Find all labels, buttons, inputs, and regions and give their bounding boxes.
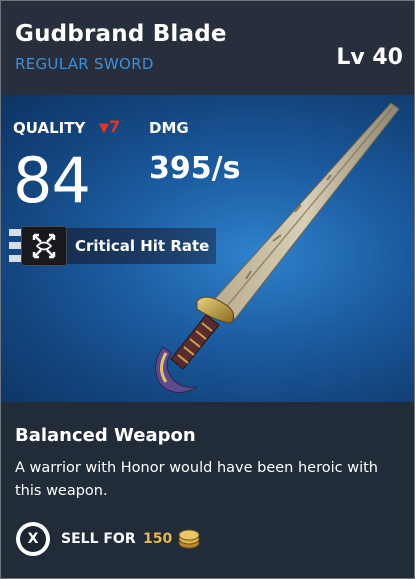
perk-label-band: Critical Hit Rate xyxy=(67,228,216,264)
perk-row[interactable]: Critical Hit Rate xyxy=(7,226,216,266)
description-text: A warrior with Honor would have been her… xyxy=(15,460,378,499)
item-header: Gudbrand Blade REGULAR SWORD Lv 40 xyxy=(1,1,414,95)
perk-pip xyxy=(9,229,21,236)
sell-label: SELL FOR xyxy=(61,531,136,547)
item-name: Gudbrand Blade xyxy=(15,21,227,47)
coin-icon xyxy=(178,529,200,549)
perk-pip xyxy=(9,255,21,262)
quality-label: QUALITY xyxy=(13,119,86,137)
down-arrow-icon: ▼ xyxy=(99,121,109,136)
item-hero: QUALITY ▼7 84 DMG 395/s Critical Hit Rat… xyxy=(1,95,414,402)
x-button-glyph: X xyxy=(20,526,46,552)
quality-delta: ▼7 xyxy=(99,117,120,136)
quality-delta-value: 7 xyxy=(109,117,121,136)
x-button-icon[interactable]: X xyxy=(16,522,50,556)
item-card: Gudbrand Blade REGULAR SWORD Lv 40 QUALI… xyxy=(0,0,415,579)
dmg-label: DMG xyxy=(149,119,189,137)
sell-price: 150 xyxy=(143,531,173,547)
perk-pip xyxy=(9,242,21,249)
item-type: REGULAR SWORD xyxy=(15,55,154,73)
perk-label: Critical Hit Rate xyxy=(75,237,210,255)
sell-action[interactable]: X SELL FOR 150 xyxy=(16,522,316,558)
quality-value: 84 xyxy=(13,144,91,217)
perk-tier-pips xyxy=(9,229,21,263)
critical-hit-icon xyxy=(21,226,67,266)
description-title: Balanced Weapon xyxy=(15,425,196,446)
item-level: Lv 40 xyxy=(336,45,403,70)
dmg-value: 395/s xyxy=(149,151,241,186)
